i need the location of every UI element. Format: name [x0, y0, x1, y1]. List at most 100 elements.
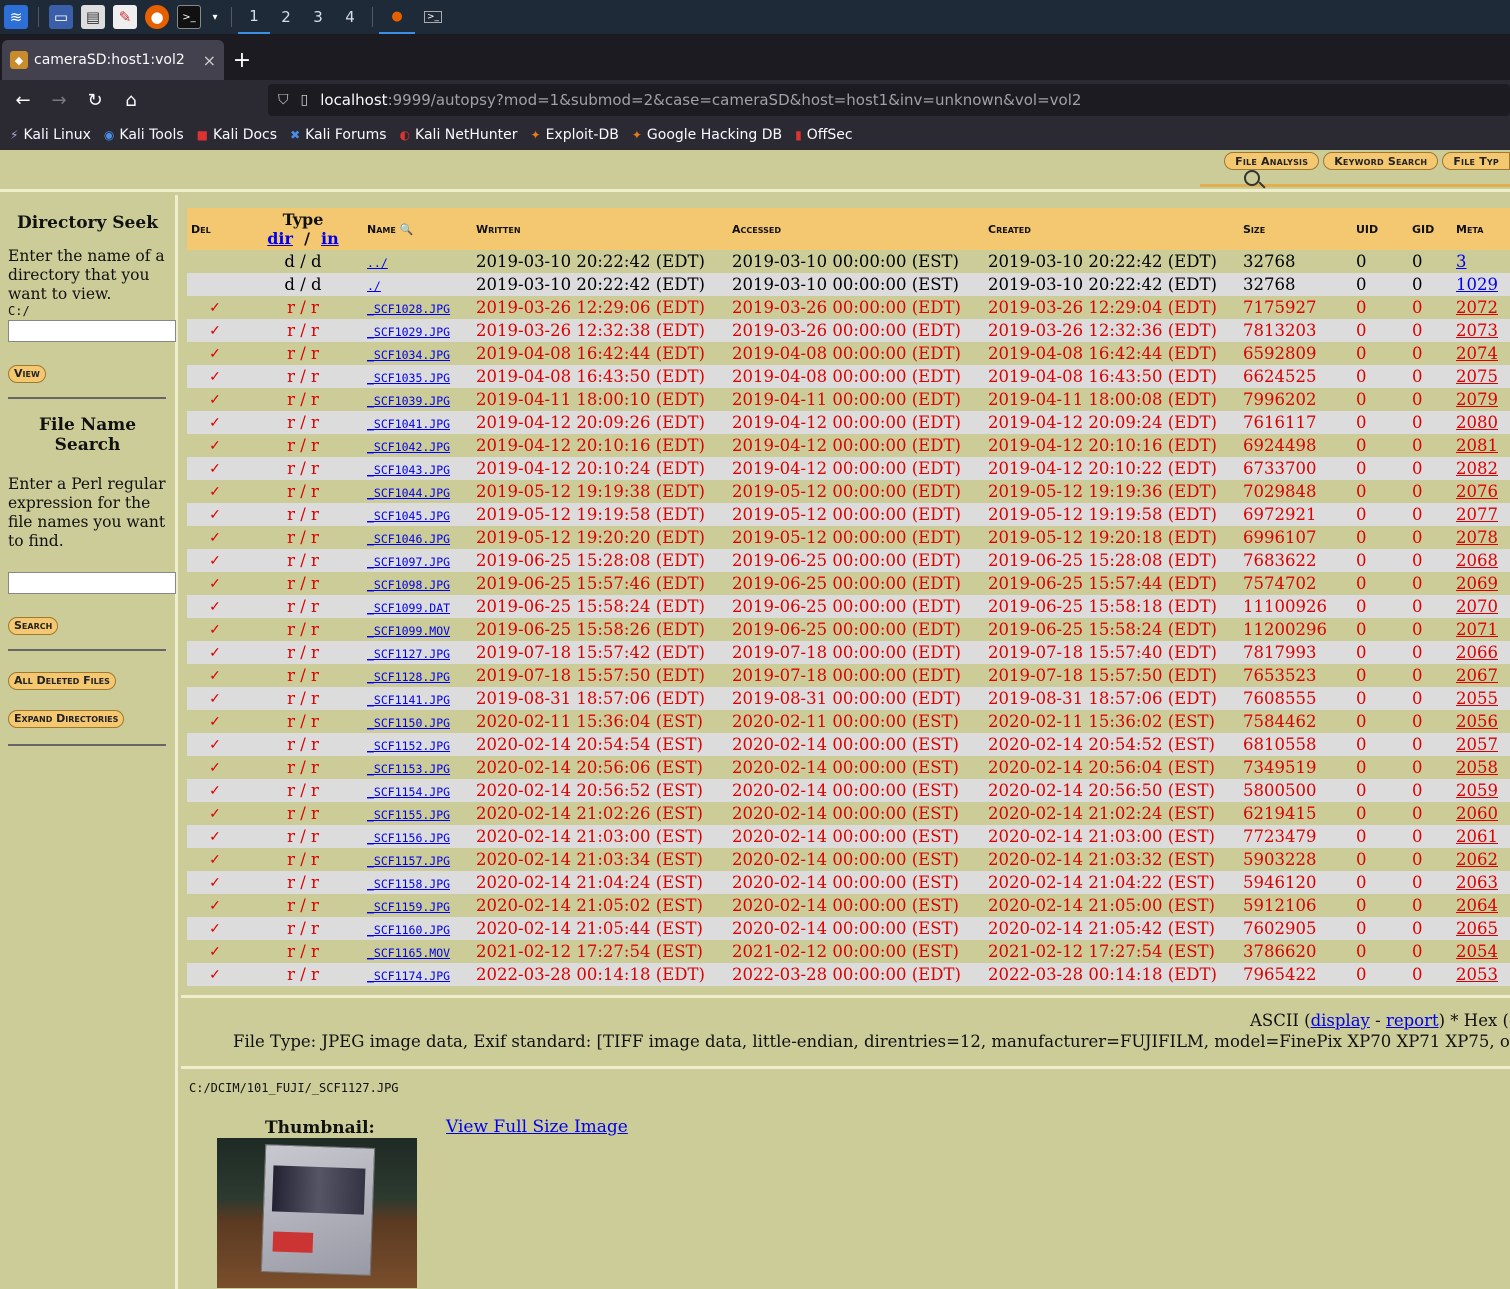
file-name-link[interactable]: _SCF1097.JPG	[367, 555, 450, 569]
bookmark-kali-nethunter[interactable]: ◐ Kali NetHunter	[400, 127, 518, 143]
meta-link[interactable]: 2077	[1456, 505, 1498, 524]
meta-link[interactable]: 2062	[1456, 850, 1498, 869]
file-name-link[interactable]: _SCF1154.JPG	[367, 785, 450, 799]
header-written[interactable]: Written	[472, 208, 728, 250]
workspace-2[interactable]: 2	[270, 0, 302, 34]
terminal-window-icon[interactable]: >_	[415, 0, 451, 34]
ascii-report-link[interactable]: report	[1386, 1011, 1439, 1030]
file-name-link[interactable]: _SCF1159.JPG	[367, 900, 450, 914]
file-name-link[interactable]: _SCF1098.JPG	[367, 578, 450, 592]
back-icon[interactable]: ←	[6, 84, 40, 116]
file-name-link[interactable]: _SCF1128.JPG	[367, 670, 450, 684]
bookmark-kali-docs[interactable]: ■ Kali Docs	[197, 127, 277, 143]
meta-link[interactable]: 2080	[1456, 413, 1498, 432]
firefox-icon[interactable]: ●	[145, 5, 169, 29]
expand-directories-button[interactable]: Expand Directories	[8, 710, 125, 728]
meta-link[interactable]: 2078	[1456, 528, 1498, 547]
meta-link[interactable]: 2068	[1456, 551, 1498, 570]
file-name-link[interactable]: _SCF1099.DAT	[367, 601, 450, 615]
file-name-link[interactable]: _SCF1042.JPG	[367, 440, 450, 454]
file-name-link[interactable]: _SCF1028.JPG	[367, 302, 450, 316]
file-name-link[interactable]: _SCF1035.JPG	[367, 371, 450, 385]
search-icon[interactable]: 🔍	[400, 223, 414, 236]
bookmark-offsec[interactable]: ▮ OffSec	[795, 127, 852, 143]
directory-input[interactable]	[8, 320, 176, 342]
workspace-4[interactable]: 4	[334, 0, 366, 34]
terminal-icon[interactable]: >_	[177, 5, 201, 29]
all-deleted-files-button[interactable]: All Deleted Files	[8, 672, 116, 690]
file-name-link[interactable]: _SCF1152.JPG	[367, 739, 450, 753]
search-button[interactable]: Search	[8, 617, 59, 635]
kali-menu-icon[interactable]: ≋	[4, 5, 28, 29]
header-gid[interactable]: GID	[1408, 208, 1452, 250]
meta-link[interactable]: 2066	[1456, 643, 1498, 662]
workspace-3[interactable]: 3	[302, 0, 334, 34]
meta-link[interactable]: 2067	[1456, 666, 1498, 685]
file-name-link[interactable]: _SCF1029.JPG	[367, 325, 450, 339]
file-name-link[interactable]: _SCF1150.JPG	[367, 716, 450, 730]
header-name[interactable]: Name 🔍	[363, 208, 472, 250]
meta-link[interactable]: 2072	[1456, 298, 1498, 317]
file-name-link[interactable]: _SCF1157.JPG	[367, 854, 450, 868]
meta-link[interactable]: 2058	[1456, 758, 1498, 777]
file-name-link[interactable]: _SCF1155.JPG	[367, 808, 450, 822]
close-icon[interactable]: ×	[203, 51, 216, 70]
file-name-link[interactable]: _SCF1039.JPG	[367, 394, 450, 408]
file-name-link[interactable]: _SCF1141.JPG	[367, 693, 450, 707]
bookmark-kali-linux[interactable]: ⚡ Kali Linux	[10, 127, 91, 143]
type-in-link[interactable]: in	[321, 229, 339, 248]
meta-link[interactable]: 2056	[1456, 712, 1498, 731]
meta-link[interactable]: 2074	[1456, 344, 1498, 363]
home-icon[interactable]: ⌂	[114, 84, 148, 116]
bookmark-kali-tools[interactable]: ◉ Kali Tools	[104, 127, 184, 143]
forward-icon[interactable]: →	[42, 84, 76, 116]
file-name-link[interactable]: _SCF1165.MOV	[367, 946, 450, 960]
header-meta[interactable]: Meta	[1452, 208, 1510, 250]
text-editor-icon[interactable]: ✎	[113, 5, 137, 29]
header-del[interactable]: Del	[187, 208, 243, 250]
file-name-link[interactable]: ../	[367, 256, 388, 270]
reload-icon[interactable]: ↻	[78, 84, 112, 116]
meta-link[interactable]: 2063	[1456, 873, 1498, 892]
meta-link[interactable]: 2071	[1456, 620, 1498, 639]
file-name-link[interactable]: ./	[367, 279, 381, 293]
file-name-link[interactable]: _SCF1153.JPG	[367, 762, 450, 776]
meta-link[interactable]: 2061	[1456, 827, 1498, 846]
meta-link[interactable]: 2060	[1456, 804, 1498, 823]
bookmark-kali-forums[interactable]: ✖ Kali Forums	[290, 127, 387, 143]
desktop-icon[interactable]: ▭	[49, 5, 73, 29]
chevron-down-icon[interactable]: ▾	[209, 5, 221, 29]
view-full-size-link[interactable]: View Full Size Image	[446, 1117, 628, 1137]
meta-link[interactable]: 2079	[1456, 390, 1498, 409]
meta-link[interactable]: 2065	[1456, 919, 1498, 938]
ascii-display-link[interactable]: display	[1311, 1011, 1370, 1030]
type-dir-link[interactable]: dir	[267, 229, 293, 248]
meta-link[interactable]: 2076	[1456, 482, 1498, 501]
file-name-link[interactable]: _SCF1043.JPG	[367, 463, 450, 477]
meta-link[interactable]: 2081	[1456, 436, 1498, 455]
file-name-link[interactable]: _SCF1045.JPG	[367, 509, 450, 523]
file-name-link[interactable]: _SCF1046.JPG	[367, 532, 450, 546]
tab-file-type[interactable]: File Typ	[1442, 152, 1510, 170]
file-manager-icon[interactable]: ▤	[81, 5, 105, 29]
header-uid[interactable]: UID	[1352, 208, 1408, 250]
meta-link[interactable]: 2064	[1456, 896, 1498, 915]
shield-icon[interactable]: ⛉	[278, 92, 289, 108]
file-name-link[interactable]: _SCF1034.JPG	[367, 348, 450, 362]
file-name-link[interactable]: _SCF1158.JPG	[367, 877, 450, 891]
browser-tab[interactable]: ◆ cameraSD:host1:vol2 ×	[2, 40, 224, 80]
bookmark-google-hacking-db[interactable]: ✦ Google Hacking DB	[632, 127, 782, 143]
bookmark-exploit-db[interactable]: ✦ Exploit-DB	[531, 127, 619, 143]
meta-link[interactable]: 2082	[1456, 459, 1498, 478]
meta-link[interactable]: 1029	[1456, 275, 1498, 294]
meta-link[interactable]: 2055	[1456, 689, 1498, 708]
meta-link[interactable]: 3	[1456, 252, 1467, 271]
tab-keyword-search[interactable]: Keyword Search	[1323, 152, 1439, 170]
view-button[interactable]: View	[8, 365, 46, 383]
meta-link[interactable]: 2053	[1456, 965, 1498, 984]
meta-link[interactable]: 2069	[1456, 574, 1498, 593]
file-name-link[interactable]: _SCF1127.JPG	[367, 647, 450, 661]
page-icon[interactable]: ▯	[301, 92, 309, 108]
firefox-window-icon[interactable]: ●	[379, 0, 415, 34]
header-accessed[interactable]: Accessed	[728, 208, 984, 250]
